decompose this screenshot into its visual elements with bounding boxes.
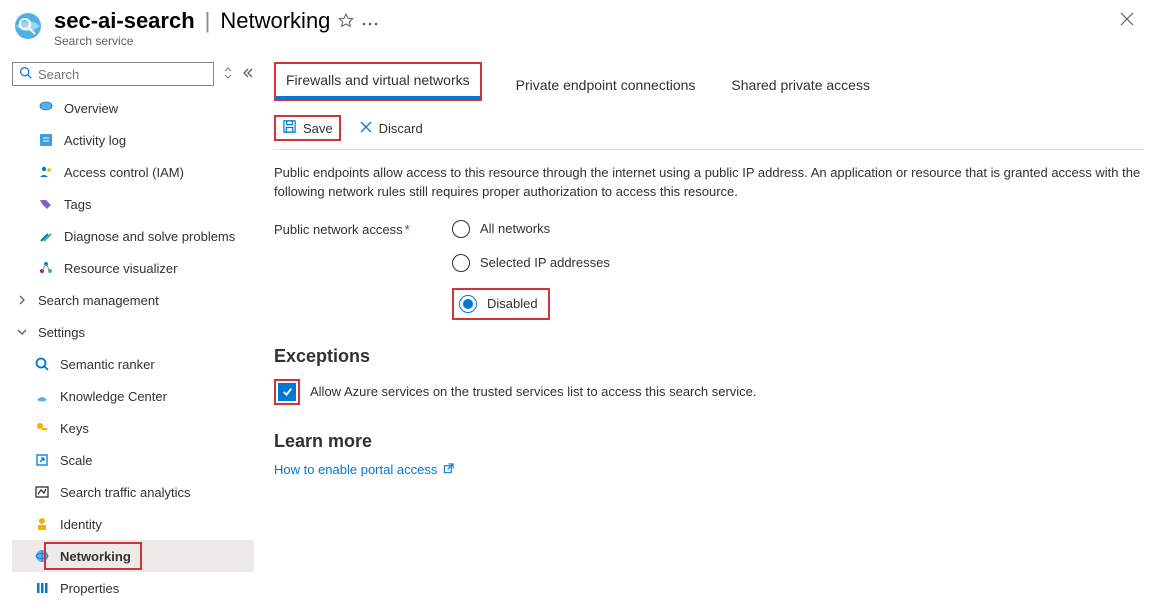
collapse-sidebar-icon[interactable] xyxy=(242,67,254,82)
favorite-star-icon[interactable] xyxy=(338,12,354,31)
radio-selected-ips[interactable]: Selected IP addresses xyxy=(452,254,610,272)
link-portal-access[interactable]: How to enable portal access xyxy=(274,462,454,477)
activity-log-icon xyxy=(38,132,54,148)
overview-icon xyxy=(38,100,54,116)
sidebar-item-activity-log[interactable]: Activity log xyxy=(12,124,254,156)
pna-label: Public network access* xyxy=(274,220,452,320)
checkbox-allow-trusted-label: Allow Azure services on the trusted serv… xyxy=(310,384,757,399)
radio-disabled[interactable]: Disabled xyxy=(459,295,538,313)
identity-icon xyxy=(34,516,50,532)
save-button[interactable]: Save xyxy=(276,117,339,139)
discard-button[interactable]: Discard xyxy=(353,118,429,139)
sidebar-item-access-control[interactable]: Access control (IAM) xyxy=(12,156,254,188)
sidebar-item-networking[interactable]: Networking xyxy=(12,540,254,572)
sidebar-item-search-traffic-analytics[interactable]: Search traffic analytics xyxy=(12,476,254,508)
description-text: Public endpoints allow access to this re… xyxy=(274,164,1144,202)
tab-private-endpoint[interactable]: Private endpoint connections xyxy=(514,71,698,101)
sidebar-item-properties[interactable]: Properties xyxy=(12,572,254,604)
search-service-icon xyxy=(12,10,44,42)
sidebar-item-knowledge-center[interactable]: Knowledge Center xyxy=(12,380,254,412)
sidebar-item-scale[interactable]: Scale xyxy=(12,444,254,476)
visualizer-icon xyxy=(38,260,54,276)
knowledge-icon xyxy=(34,388,50,404)
sidebar-item-keys[interactable]: Keys xyxy=(12,412,254,444)
resource-type-label: Search service xyxy=(54,34,1114,48)
sidebar-group-settings[interactable]: Settings xyxy=(12,316,254,348)
sidebar-item-diagnose[interactable]: Diagnose and solve problems xyxy=(12,220,254,252)
expand-collapse-icon[interactable] xyxy=(224,66,232,83)
save-icon xyxy=(282,119,297,137)
radio-all-networks[interactable]: All networks xyxy=(452,220,610,238)
close-icon[interactable] xyxy=(1114,8,1140,35)
sidebar-item-identity[interactable]: Identity xyxy=(12,508,254,540)
sidebar-item-overview[interactable]: Overview xyxy=(12,92,254,124)
sidebar-search-input[interactable] xyxy=(12,62,214,86)
tags-icon xyxy=(38,196,54,212)
scale-icon xyxy=(34,452,50,468)
analytics-icon xyxy=(34,484,50,500)
chevron-right-icon xyxy=(16,293,28,308)
sidebar-item-semantic-ranker[interactable]: Semantic ranker xyxy=(12,348,254,380)
semantic-icon xyxy=(34,356,50,372)
sidebar-item-tags[interactable]: Tags xyxy=(12,188,254,220)
diagnose-icon xyxy=(38,228,54,244)
keys-icon xyxy=(34,420,50,436)
external-link-icon xyxy=(443,462,454,477)
chevron-down-icon xyxy=(16,325,28,340)
tab-firewalls-vnets[interactable]: Firewalls and virtual networks xyxy=(276,64,480,99)
exceptions-heading: Exceptions xyxy=(274,346,1144,367)
page-title: sec-ai-search | Networking xyxy=(54,8,1114,34)
iam-icon xyxy=(38,164,54,180)
properties-icon xyxy=(34,580,50,596)
search-icon xyxy=(19,66,32,82)
tab-shared-private-access[interactable]: Shared private access xyxy=(729,71,872,101)
more-actions-icon[interactable] xyxy=(362,14,378,29)
learn-more-heading: Learn more xyxy=(274,431,1144,452)
checkbox-allow-trusted[interactable] xyxy=(278,383,296,401)
networking-icon xyxy=(34,548,50,564)
discard-icon xyxy=(359,120,373,137)
sidebar-item-resource-visualizer[interactable]: Resource visualizer xyxy=(12,252,254,284)
sidebar-group-search-management[interactable]: Search management xyxy=(12,284,254,316)
